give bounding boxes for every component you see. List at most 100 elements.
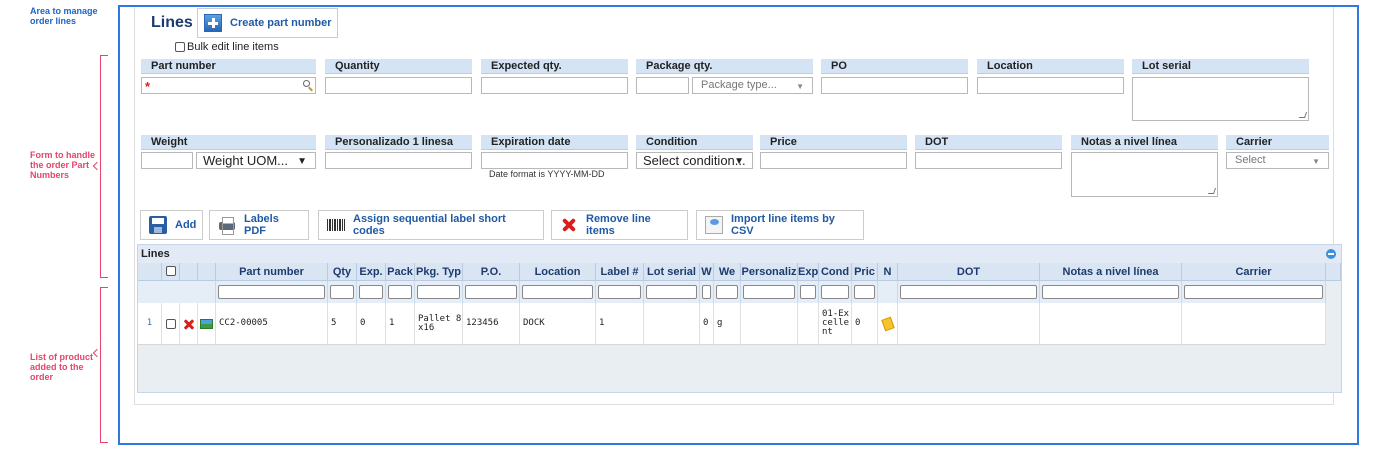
filter-lot-serial[interactable] (644, 281, 700, 303)
carrier-select[interactable]: Select ▼ (1226, 152, 1329, 169)
grid-header-qty[interactable]: Qty (328, 263, 357, 281)
edit-icon[interactable] (200, 318, 213, 329)
cell-cond: 01-Excellent (819, 303, 852, 345)
bulk-edit-checkbox[interactable] (175, 42, 185, 52)
lot-serial-header: Lot serial (1132, 59, 1309, 74)
row-edit[interactable] (198, 303, 216, 345)
filter-w[interactable] (700, 281, 714, 303)
expected-qty-input[interactable] (481, 77, 628, 94)
filter-personalizado[interactable] (741, 281, 798, 303)
filter-label[interactable] (596, 281, 644, 303)
filter-exp[interactable] (357, 281, 386, 303)
labels-pdf-button[interactable]: Labels PDF (209, 210, 309, 240)
grid-header-cond[interactable]: Cond (819, 263, 852, 281)
location-header: Location (977, 59, 1124, 74)
personalizado-input[interactable] (325, 152, 472, 169)
grid-header-select[interactable] (162, 263, 180, 281)
price-input[interactable] (760, 152, 907, 169)
grid-header-we[interactable]: We (714, 263, 741, 281)
remove-items-button[interactable]: Remove line items (551, 210, 688, 240)
select-all-checkbox[interactable] (165, 266, 176, 276)
filter-cond[interactable] (819, 281, 852, 303)
grid-header-location[interactable]: Location (520, 263, 596, 281)
bulk-edit[interactable]: Bulk edit line items (175, 41, 279, 53)
filter-pack[interactable] (386, 281, 415, 303)
lines-panel: Lines Create part number Bulk edit line … (134, 7, 1342, 405)
lines-grid: Lines Part number Qty Exp. Pack Pkg. Typ… (137, 244, 1342, 393)
grid-header-label[interactable]: Label # (596, 263, 644, 281)
filter-exp-date[interactable] (798, 281, 819, 303)
delete-icon[interactable] (183, 318, 195, 330)
row-checkbox[interactable] (165, 318, 176, 329)
grid-header-pkg-type[interactable]: Pkg. Typ (415, 263, 463, 281)
lot-serial-textarea[interactable] (1132, 77, 1309, 121)
cell-we: g (714, 303, 741, 345)
grid-header-exp-date[interactable]: Exp (798, 263, 819, 281)
package-qty-input[interactable] (636, 77, 689, 94)
printer-icon (218, 216, 236, 235)
cell-notes[interactable] (878, 303, 898, 345)
note-icon[interactable] (880, 316, 895, 331)
bulk-edit-label: Bulk edit line items (187, 41, 279, 53)
assign-codes-button[interactable]: Assign sequential label short codes (318, 210, 544, 240)
required-mark: * (145, 79, 151, 94)
create-part-number-button[interactable]: Create part number (197, 8, 338, 38)
filter-we[interactable] (714, 281, 741, 303)
weight-uom-value: Weight UOM... (203, 153, 289, 168)
form-brace (92, 55, 110, 278)
condition-select[interactable]: Select condition... ▼ (636, 152, 753, 169)
list-brace (92, 287, 110, 443)
expiration-date-header: Expiration date (481, 135, 628, 150)
dot-input[interactable] (915, 152, 1062, 169)
order-lines-frame: Lines Create part number Bulk edit line … (118, 5, 1359, 445)
weight-uom-select[interactable]: Weight UOM... ▼ (196, 152, 316, 169)
expiration-date-input[interactable] (481, 152, 628, 169)
filter-carrier[interactable] (1182, 281, 1326, 303)
collapse-icon[interactable] (1326, 249, 1336, 259)
weight-input[interactable] (141, 152, 193, 169)
notas-textarea[interactable] (1071, 152, 1218, 197)
weight-header: Weight (141, 135, 316, 150)
grid-header-pack[interactable]: Pack (386, 263, 415, 281)
filter-price[interactable] (852, 281, 878, 303)
row-delete[interactable] (180, 303, 198, 345)
grid-header-dot[interactable]: DOT (898, 263, 1040, 281)
grid-header-notes[interactable]: N (878, 263, 898, 281)
import-csv-button[interactable]: Import line items by CSV (696, 210, 864, 240)
package-type-select[interactable]: Package type... ▼ (692, 77, 813, 94)
search-icon[interactable] (303, 80, 310, 87)
filter-part-number[interactable] (216, 281, 328, 303)
cell-personalizado (741, 303, 798, 345)
filter-location[interactable] (520, 281, 596, 303)
filter-notas[interactable] (1040, 281, 1182, 303)
grid-header-personalizado[interactable]: Personaliz (741, 263, 798, 281)
quantity-input[interactable] (325, 77, 472, 94)
filter-qty[interactable] (328, 281, 357, 303)
annotation-order-lines: Area to manage order lines (30, 6, 98, 26)
quantity-header: Quantity (325, 59, 472, 74)
grid-header-notas[interactable]: Notas a nivel línea (1040, 263, 1182, 281)
grid-header-action1 (180, 263, 198, 281)
dot-header: DOT (915, 135, 1062, 150)
date-format-hint: Date format is YYYY-MM-DD (489, 169, 605, 179)
grid-header-price[interactable]: Pric (852, 263, 878, 281)
carrier-value: Select (1235, 154, 1266, 166)
cell-label: 1 (596, 303, 644, 345)
grid-header-w[interactable]: W (700, 263, 714, 281)
grid-header-part-number[interactable]: Part number (216, 263, 328, 281)
filter-pkg-type[interactable] (415, 281, 463, 303)
grid-header-exp[interactable]: Exp. (357, 263, 386, 281)
location-input[interactable] (977, 77, 1124, 94)
part-number-input[interactable]: * (141, 77, 316, 94)
add-button[interactable]: Add (140, 210, 203, 240)
grid-header-carrier[interactable]: Carrier (1182, 263, 1326, 281)
filter-dot[interactable] (898, 281, 1040, 303)
row-select[interactable] (162, 303, 180, 345)
grid-header-scroll (1326, 263, 1341, 281)
grid-header-lot-serial[interactable]: Lot serial (644, 263, 700, 281)
filter-po[interactable] (463, 281, 520, 303)
cell-pkg-type: Pallet 8x16 (415, 303, 463, 345)
grid-header-po[interactable]: P.O. (463, 263, 520, 281)
po-input[interactable] (821, 77, 968, 94)
chevron-down-icon: ▼ (796, 82, 804, 91)
